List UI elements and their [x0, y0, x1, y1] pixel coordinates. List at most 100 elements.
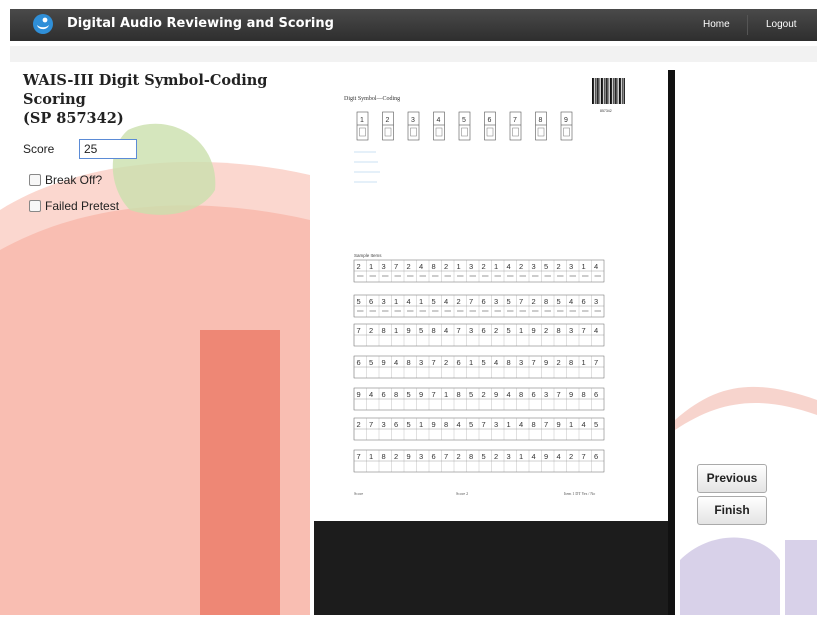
row-digit: 9 — [544, 358, 548, 367]
row-digit: 4 — [594, 326, 598, 335]
row-digit: 1 — [469, 358, 473, 367]
row-digit: 5 — [419, 326, 423, 335]
barcode-bar — [608, 78, 610, 104]
score-row: Score — [23, 139, 313, 159]
row-digit: 2 — [444, 262, 448, 271]
app-title: Digital Audio Reviewing and Scoring — [67, 16, 334, 31]
row-digit: 7 — [394, 262, 398, 271]
barcode-bar — [623, 78, 625, 104]
row-digit: 8 — [457, 390, 461, 399]
row-digit: 7 — [357, 326, 361, 335]
row-digit: 2 — [394, 452, 398, 461]
row-digit: 4 — [582, 420, 586, 429]
key-digit: 1 — [360, 117, 364, 124]
row-digit: 2 — [407, 262, 411, 271]
row-digit: 8 — [432, 326, 436, 335]
scoring-panel: WAIS-III Digit Symbol-Coding Scoring (SP… — [23, 71, 313, 213]
row-digit: 5 — [482, 358, 486, 367]
row-digit: 8 — [582, 390, 586, 399]
row-digit: 8 — [382, 326, 386, 335]
row-digit: 7 — [369, 420, 373, 429]
row-digit: 5 — [407, 390, 411, 399]
key-symbol — [410, 127, 417, 137]
barcode-bar — [593, 78, 595, 104]
row-digit: 3 — [494, 297, 498, 306]
row-digit: 3 — [594, 297, 598, 306]
barcode-bar — [619, 78, 621, 104]
row-digit: 1 — [582, 262, 586, 271]
nav-home-link[interactable]: Home — [703, 19, 730, 30]
row-digit: 5 — [369, 358, 373, 367]
barcode-bar — [599, 78, 601, 104]
key-symbol — [563, 127, 570, 137]
barcode-bar — [622, 78, 623, 104]
row-digit: 1 — [569, 420, 573, 429]
key-digit: 5 — [462, 117, 466, 124]
row-digit: 9 — [419, 390, 423, 399]
key-digit: 2 — [386, 117, 390, 124]
row-digit: 3 — [469, 262, 473, 271]
barcode-bar — [616, 78, 617, 104]
barcode-bar — [613, 78, 614, 104]
row-digit: 1 — [519, 326, 523, 335]
page-title: WAIS-III Digit Symbol-Coding Scoring (SP… — [23, 72, 268, 127]
form-title: Digit Symbol—Coding — [344, 96, 400, 102]
row-digit: 4 — [419, 262, 423, 271]
row-digit: 2 — [457, 297, 461, 306]
row-digit: 7 — [594, 358, 598, 367]
row-digit: 7 — [557, 390, 561, 399]
scan-dark-margin — [314, 521, 668, 615]
row-digit: 5 — [469, 390, 473, 399]
key-symbol — [512, 127, 519, 137]
row-digit: 2 — [457, 452, 461, 461]
row-digit: 8 — [407, 358, 411, 367]
barcode-bar — [596, 78, 598, 104]
score-input[interactable] — [79, 139, 137, 159]
row-digit: 5 — [469, 420, 473, 429]
barcode-bar — [592, 78, 594, 104]
row-digit: 5 — [357, 297, 361, 306]
row-digit: 4 — [444, 297, 448, 306]
nav-logout-link[interactable]: Logout — [766, 19, 797, 30]
row-digit: 3 — [382, 297, 386, 306]
key-digit: 8 — [539, 117, 543, 124]
row-digit: 2 — [482, 390, 486, 399]
row-digit: 1 — [394, 326, 398, 335]
failed-pretest-checkbox[interactable] — [29, 200, 41, 212]
previous-button[interactable]: Previous — [697, 464, 767, 493]
row-digit: 6 — [394, 420, 398, 429]
row-digit: 7 — [532, 358, 536, 367]
row-digit: 5 — [407, 420, 411, 429]
row-digit: 8 — [544, 297, 548, 306]
row-digit: 3 — [419, 358, 423, 367]
row-digit: 3 — [494, 420, 498, 429]
handwriting-notes — [354, 151, 380, 183]
row-digit: 3 — [569, 262, 573, 271]
footer-score-left: Score — [354, 491, 363, 496]
row-digit: 1 — [494, 262, 498, 271]
row-digit: 9 — [544, 452, 548, 461]
failed-pretest-option[interactable]: Failed Pretest — [29, 199, 313, 213]
row-digit: 6 — [482, 326, 486, 335]
row-digit: 2 — [494, 452, 498, 461]
row-digit: 4 — [444, 326, 448, 335]
row-digit: 4 — [494, 358, 498, 367]
row-digit: 8 — [532, 420, 536, 429]
finish-button[interactable]: Finish — [697, 496, 767, 525]
barcode-bar — [607, 78, 608, 104]
row-digit: 9 — [432, 420, 436, 429]
break-off-checkbox[interactable] — [29, 174, 41, 186]
key-digit: 9 — [564, 117, 568, 124]
key-symbol — [435, 127, 443, 137]
row-digit: 9 — [494, 390, 498, 399]
row-digit: 6 — [594, 390, 598, 399]
row-digit: 3 — [507, 452, 511, 461]
app-logo-icon — [33, 14, 53, 34]
row-digit: 3 — [569, 326, 573, 335]
row-digit: 8 — [569, 358, 573, 367]
break-off-option[interactable]: Break Off? — [29, 173, 313, 187]
row-digit: 8 — [469, 452, 473, 461]
row-digit: 7 — [519, 297, 523, 306]
row-digit: 1 — [369, 262, 373, 271]
barcode-bar — [614, 78, 616, 104]
